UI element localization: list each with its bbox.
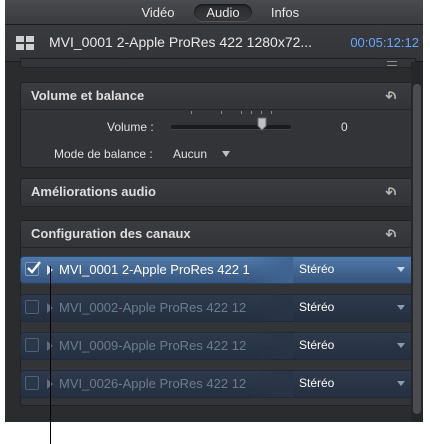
filmstrip-icon <box>16 36 34 50</box>
clip-title: MVI_0001 2-Apple ProRes 422 1280x72... <box>49 34 313 50</box>
clip-header: MVI_0001 2-Apple ProRes 422 1280x72... 0… <box>5 25 423 62</box>
name-fade <box>251 371 293 397</box>
audio-inspector: Vidéo Audio Infos MVI_0001 2-Apple ProRe… <box>5 0 423 422</box>
balance-mode-select[interactable]: Aucun <box>173 147 207 161</box>
channel-mode[interactable]: Stéréo <box>299 338 334 352</box>
chevron-down-icon[interactable] <box>397 343 405 348</box>
channel-config-header[interactable]: Configuration des canaux <box>21 221 415 248</box>
channel-row[interactable]: MVI_0009-Apple ProRes 422 12 Stéréo <box>20 332 414 360</box>
inspector-tab-bar: Vidéo Audio Infos <box>5 0 423 25</box>
audio-enhancements-header[interactable]: Améliorations audio <box>21 179 415 205</box>
reset-arrow-icon[interactable] <box>385 89 399 103</box>
channel-enable-checkbox[interactable] <box>25 376 39 390</box>
channel-enable-checkbox[interactable] <box>25 338 39 352</box>
channel-mode[interactable]: Stéréo <box>299 300 334 314</box>
channel-mode[interactable]: Stéréo <box>299 376 334 390</box>
tab-infos[interactable]: Infos <box>267 5 303 20</box>
clip-duration: 00:05:12:12 <box>350 35 419 50</box>
grip-icon <box>387 61 397 66</box>
vertical-scrollbar[interactable] <box>411 62 423 422</box>
volume-slider-ticks <box>191 111 272 114</box>
audio-enhancements-panel: Améliorations audio <box>20 178 416 207</box>
scrollbar-thumb[interactable] <box>413 84 421 414</box>
checkmark-icon <box>27 261 41 274</box>
reset-arrow-icon[interactable] <box>385 185 399 199</box>
audio-enhancements-title: Améliorations audio <box>31 184 156 199</box>
channel-enable-checkbox[interactable] <box>25 261 41 276</box>
volume-balance-title: Volume et balance <box>31 88 145 103</box>
callout-line <box>50 266 51 444</box>
name-fade <box>251 333 293 359</box>
volume-slider[interactable] <box>171 125 291 129</box>
volume-label: Volume : <box>107 120 154 134</box>
channel-enable-checkbox[interactable] <box>25 300 39 314</box>
channel-config-title: Configuration des canaux <box>31 226 191 241</box>
chevron-down-icon[interactable] <box>397 381 405 386</box>
channel-row[interactable]: MVI_0002-Apple ProRes 422 12 Stéréo <box>20 294 414 322</box>
volume-value: 0 <box>341 120 348 134</box>
balance-mode-label: Mode de balance : <box>54 147 153 161</box>
previous-section-footer <box>20 58 416 68</box>
tab-audio[interactable]: Audio <box>194 4 252 21</box>
channel-row[interactable]: MVI_0026-Apple ProRes 422 12 Stéréo <box>20 370 414 398</box>
volume-balance-header[interactable]: Volume et balance <box>21 83 415 110</box>
volume-slider-knob[interactable] <box>257 117 267 131</box>
chevron-down-icon[interactable] <box>397 267 405 272</box>
chevron-down-icon[interactable] <box>397 305 405 310</box>
tab-video[interactable]: Vidéo <box>138 5 178 20</box>
channel-mode[interactable]: Stéréo <box>299 262 334 276</box>
name-fade <box>251 295 293 321</box>
volume-balance-panel: Volume et balance Volume : 0 Mode de bal… <box>20 82 416 168</box>
reset-arrow-icon[interactable] <box>385 227 399 241</box>
name-fade <box>251 257 293 283</box>
channel-row[interactable]: MVI_0001 2-Apple ProRes 422 1 Stéréo <box>20 256 414 284</box>
chevron-down-icon[interactable] <box>222 151 230 157</box>
inspector-scroll-area[interactable]: Volume et balance Volume : 0 Mode de bal… <box>5 58 423 422</box>
